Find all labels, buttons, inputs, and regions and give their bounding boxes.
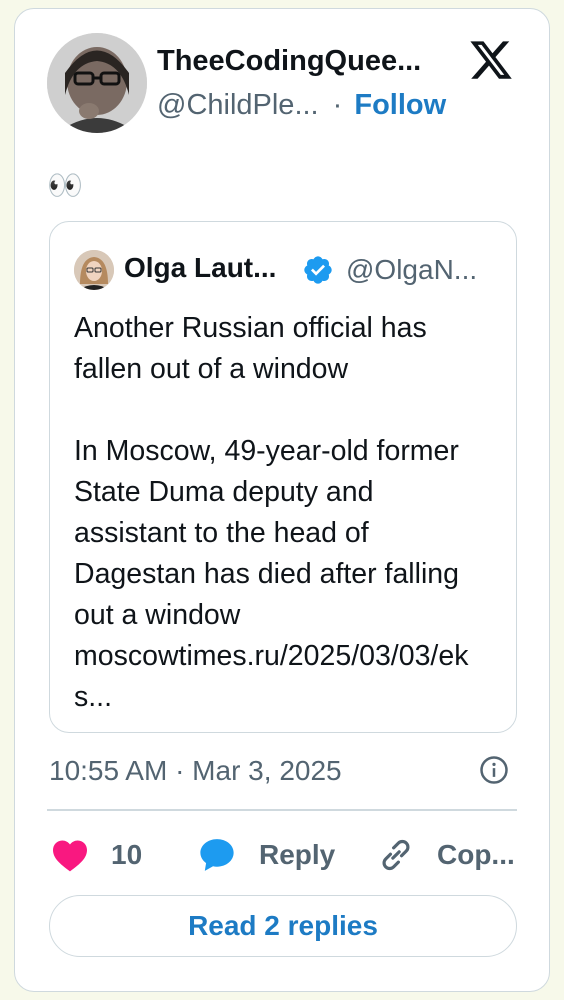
- quoted-link[interactable]: moscowtimes.ru/2025/03/03/eks...: [74, 636, 504, 718]
- copy-link-button[interactable]: Cop...: [377, 835, 515, 875]
- reply-label: Reply: [259, 839, 336, 870]
- quoted-author-name[interactable]: Olga Laut...: [124, 252, 276, 284]
- separator-dot: ·: [332, 89, 343, 121]
- quoted-tweet[interactable]: Olga Laut... @OlgaN... Another Russian o…: [49, 221, 517, 733]
- link-icon: [382, 839, 410, 871]
- reply-button[interactable]: Reply: [197, 835, 335, 875]
- tweet-timestamp[interactable]: 10:55 AM · Mar 3, 2025: [49, 755, 342, 787]
- tweet-text: 👀: [47, 170, 84, 202]
- tweet-card: TheeCodingQuee... @ChildPle... · Follow 👀…: [14, 8, 550, 992]
- x-logo-icon[interactable]: [467, 37, 515, 83]
- verified-badge-icon: [304, 256, 332, 284]
- author-meta: @ChildPle... · Follow: [157, 89, 446, 122]
- copy-label: Cop...: [437, 839, 515, 870]
- author-handle[interactable]: @ChildPle...: [157, 89, 319, 121]
- quoted-paragraph-1: Another Russian official has fallen out …: [74, 312, 427, 385]
- read-replies-button[interactable]: Read 2 replies: [49, 895, 517, 957]
- follow-button[interactable]: Follow: [354, 89, 446, 121]
- like-count: 10: [111, 839, 143, 870]
- info-icon[interactable]: [479, 755, 509, 785]
- divider: [47, 809, 517, 811]
- author-avatar[interactable]: [47, 33, 147, 133]
- quoted-author-handle[interactable]: @OlgaN...: [346, 254, 477, 286]
- speech-bubble-icon: [200, 839, 234, 871]
- author-name[interactable]: TheeCodingQuee...: [157, 45, 421, 78]
- quoted-paragraph-2: In Moscow, 49-year-old former State Duma…: [74, 435, 460, 631]
- heart-icon: [53, 840, 87, 872]
- like-button[interactable]: 10: [51, 835, 142, 875]
- quoted-tweet-text: Another Russian official has fallen out …: [74, 308, 504, 718]
- quoted-author-avatar[interactable]: [74, 250, 114, 290]
